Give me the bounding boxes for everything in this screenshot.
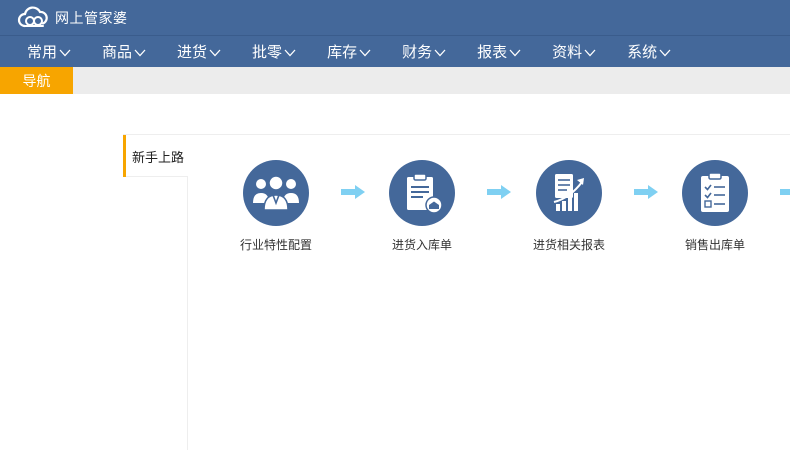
side-tab-divider	[126, 176, 187, 177]
menu-item-reports[interactable]: 报表	[477, 36, 521, 68]
panel-divider	[123, 134, 790, 135]
menu-item-wholesale-retail[interactable]: 批零	[252, 36, 296, 68]
step-sales-delivery[interactable]: 销售出库单	[660, 160, 770, 253]
chevron-down-icon	[659, 43, 671, 61]
menu-item-label: 资料	[552, 43, 583, 61]
logo-text: 网上管家婆	[55, 11, 128, 27]
menu-item-data[interactable]: 资料	[552, 36, 596, 68]
tab-strip: 导航	[0, 67, 790, 94]
chevron-down-icon	[284, 43, 296, 61]
chevron-down-icon	[584, 43, 596, 61]
logo[interactable]: 网上管家婆	[17, 4, 128, 32]
arrow-right-icon	[780, 184, 790, 203]
step-label: 销售出库单	[684, 238, 745, 252]
menu-item-goods[interactable]: 商品	[102, 36, 146, 68]
chevron-down-icon	[509, 43, 521, 61]
report-chart-icon	[536, 160, 602, 226]
menu-item-finance[interactable]: 财务	[402, 36, 446, 68]
chevron-down-icon	[359, 43, 371, 61]
menu-item-label: 商品	[102, 43, 133, 61]
warehouse-form-icon	[389, 160, 455, 226]
chevron-down-icon	[59, 43, 71, 61]
step-label: 进货入库单	[391, 238, 452, 252]
menu-item-purchase[interactable]: 进货	[177, 36, 221, 68]
menu-item-label: 库存	[327, 43, 358, 61]
team-icon	[243, 160, 309, 226]
menu-item-label: 报表	[477, 43, 508, 61]
menu-item-inventory[interactable]: 库存	[327, 36, 371, 68]
main-menu: 常用 商品 进货 批零 库存 财务 报表 资料 系统	[0, 35, 790, 67]
side-tab-getting-started[interactable]: 新手上路	[123, 135, 187, 177]
arrow-right-icon	[487, 184, 511, 203]
panel-vertical-divider	[187, 176, 188, 450]
step-industry-config[interactable]: 行业特性配置	[221, 160, 331, 253]
arrow-right-icon	[341, 184, 365, 203]
menu-item-system[interactable]: 系统	[627, 36, 671, 68]
menu-item-common[interactable]: 常用	[27, 36, 71, 68]
step-purchase-reports[interactable]: 进货相关报表	[514, 160, 624, 253]
step-label: 行业特性配置	[239, 238, 312, 252]
menu-item-label: 财务	[402, 43, 433, 61]
arrow-right-icon	[634, 184, 658, 203]
checklist-icon	[682, 160, 748, 226]
menu-item-label: 批零	[252, 43, 283, 61]
step-label: 进货相关报表	[532, 238, 605, 252]
chevron-down-icon	[209, 43, 221, 61]
step-purchase-receipt[interactable]: 进货入库单	[367, 160, 477, 253]
cloud-logo-icon	[17, 6, 51, 30]
top-bar: 网上管家婆	[0, 0, 790, 35]
menu-item-label: 进货	[177, 43, 208, 61]
menu-item-label: 常用	[27, 43, 58, 61]
chevron-down-icon	[434, 43, 446, 61]
tab-navigation[interactable]: 导航	[0, 67, 73, 94]
menu-item-label: 系统	[627, 43, 658, 61]
chevron-down-icon	[134, 43, 146, 61]
